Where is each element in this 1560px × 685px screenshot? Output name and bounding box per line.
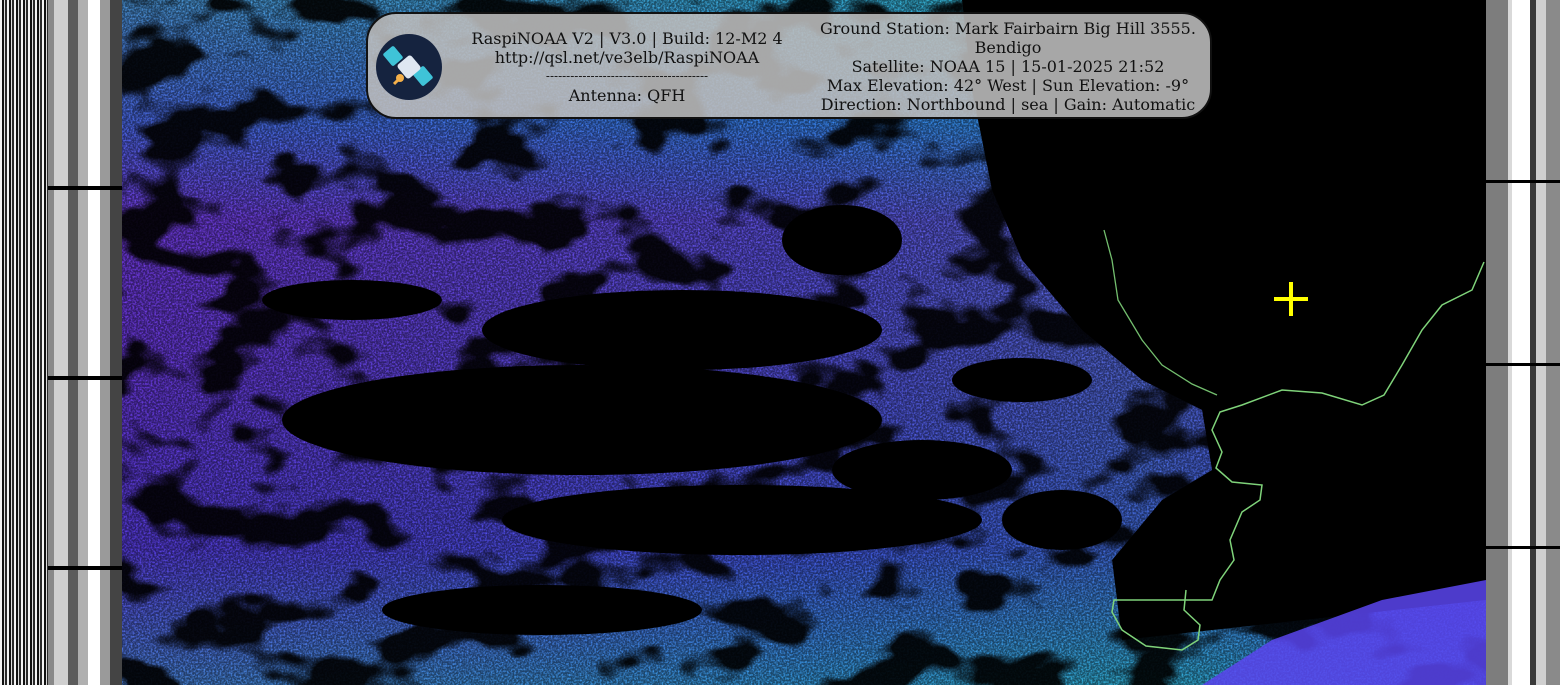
- separator-line: ----------------------------------------: [545, 69, 709, 83]
- satellite-image-viewer: RaspiNOAA V2 | V3.0 | Build: 12-M2 4 htt…: [0, 0, 1560, 685]
- sync-strip-left: [0, 0, 48, 685]
- project-url: http://qsl.net/ve3elb/RaspiNOAA: [494, 48, 760, 67]
- pass-details: Ground Station: Mark Fairbairn Big Hill …: [808, 19, 1208, 114]
- direction-gain-info: Direction: Northbound | sea | Gain: Auto…: [820, 95, 1196, 114]
- pass-info-overlay: RaspiNOAA V2 | V3.0 | Build: 12-M2 4 htt…: [366, 12, 1212, 119]
- antenna-label: Antenna: QFH: [568, 86, 686, 105]
- crosshair-icon: [1274, 282, 1308, 316]
- telemetry-strip-left: [48, 0, 122, 685]
- satellite-logo-icon: [376, 34, 442, 100]
- ground-station: Ground Station: Mark Fairbairn Big Hill …: [820, 19, 1196, 38]
- ground-station-location: Bendigo: [974, 38, 1042, 57]
- software-version: RaspiNOAA V2 | V3.0 | Build: 12-M2 4: [471, 29, 783, 48]
- station-software-info: RaspiNOAA V2 | V3.0 | Build: 12-M2 4 htt…: [454, 29, 800, 105]
- elevation-info: Max Elevation: 42° West | Sun Elevation:…: [826, 76, 1190, 95]
- telemetry-strip-right: [1486, 0, 1560, 685]
- satellite-pass: Satellite: NOAA 15 | 15-01-2025 21:52: [851, 57, 1165, 76]
